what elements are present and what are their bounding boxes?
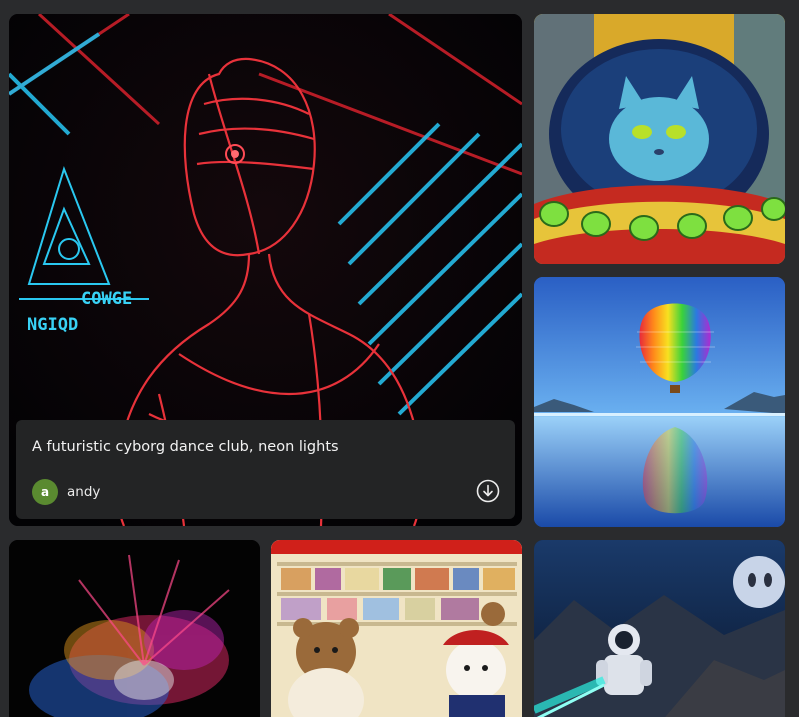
image-prompt-text: A futuristic cyborg dance club, neon lig… <box>32 439 339 455</box>
download-button[interactable] <box>476 479 500 503</box>
avatar[interactable]: a <box>32 479 58 505</box>
gallery-tile-color-powder[interactable] <box>9 540 260 717</box>
artwork-neon-text: COWGE <box>81 289 132 309</box>
image-caption-panel: A futuristic cyborg dance club, neon lig… <box>16 420 515 519</box>
balloon-artwork <box>534 277 785 527</box>
image-gallery: COWGE NGIQD A futuristic cyborg dance cl… <box>0 0 799 717</box>
cat-ufo-artwork <box>534 14 785 264</box>
gallery-tile-bear-store[interactable] <box>271 540 522 717</box>
author-info[interactable]: a andy <box>32 479 100 505</box>
gallery-tile-cyborg[interactable]: COWGE NGIQD A futuristic cyborg dance cl… <box>9 14 522 526</box>
artwork-neon-text-2: NGIQD <box>27 315 78 335</box>
astronaut-artwork <box>534 540 785 717</box>
gallery-tile-hot-air-balloon[interactable] <box>534 277 785 527</box>
bear-store-artwork <box>271 540 522 717</box>
download-icon <box>476 479 500 503</box>
author-name[interactable]: andy <box>67 484 100 500</box>
color-powder-artwork <box>9 540 260 717</box>
gallery-tile-cat-ufo[interactable] <box>534 14 785 264</box>
gallery-tile-astronaut[interactable] <box>534 540 785 717</box>
